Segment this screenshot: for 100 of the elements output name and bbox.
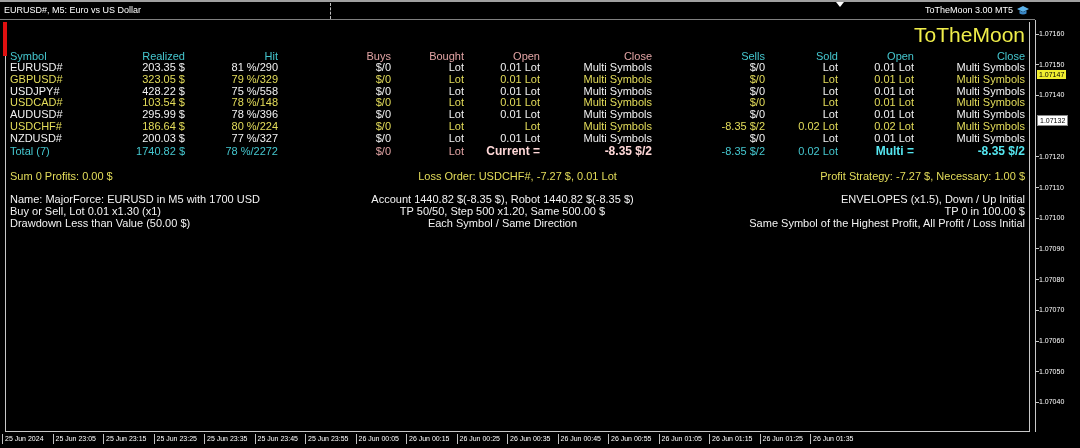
table-cell-text: Lot bbox=[821, 85, 838, 98]
graduation-cap-icon bbox=[1017, 5, 1029, 16]
table-cell-text: $/0 bbox=[748, 62, 765, 74]
info-text: Buy or Sell, Lot 0.01 x1.30 (x1) bbox=[10, 205, 163, 218]
table-cell-text: 77 %/327 bbox=[230, 132, 278, 145]
table-cell-text: $/0 bbox=[748, 73, 765, 86]
table-cell-text: Lot bbox=[448, 62, 464, 74]
table-cell-text: 0.01 Lot bbox=[499, 109, 540, 121]
table-cell-text: $/0 bbox=[374, 85, 391, 98]
info-text: TP 50/50, Step 500 x1.20, Same 500.00 $ bbox=[398, 205, 607, 218]
total-cell-text: 78 %/2272 bbox=[224, 144, 278, 157]
table-cell-text: Multi Symbols bbox=[955, 121, 1025, 133]
table-cell-text: $/0 bbox=[374, 97, 391, 110]
table-cell-text: 75 %/558 bbox=[230, 85, 278, 98]
table-cell-text: Lot bbox=[447, 121, 464, 133]
table-cell-text: $/0 bbox=[374, 109, 391, 121]
total-cell-text: -8.35 $/2 bbox=[976, 144, 1025, 157]
status-text: Loss Order: USDCHF#, -7.27 $, 0.01 Lot bbox=[417, 168, 618, 184]
table-cell-text: $/0 bbox=[374, 132, 391, 145]
table-cell-text: -8.35 $/2 bbox=[720, 121, 765, 133]
table-cell-text: Lot bbox=[523, 121, 540, 133]
table-cell-text: 203.35 $ bbox=[141, 62, 185, 74]
table-cell-text: 0.01 Lot bbox=[873, 73, 914, 86]
side-marker bbox=[3, 22, 7, 56]
total-cell-text: Multi = bbox=[874, 144, 914, 157]
total-cell-text: Lot bbox=[447, 144, 464, 157]
table-cell-text: $/0 bbox=[374, 73, 391, 86]
chart-title: EURUSD#, M5: Euro vs US Dollar bbox=[3, 3, 143, 17]
table-cell-text: 0.01 Lot bbox=[499, 62, 540, 74]
total-cell-text: -8.35 $/2 bbox=[720, 144, 765, 157]
info-text: Account 1440.82 $(-8.35 $), Robot 1440.82 $(-8.35 $) bbox=[370, 193, 635, 206]
table-cell-text: Multi Symbols bbox=[582, 109, 652, 121]
table-cell-text: 0.01 Lot bbox=[873, 132, 914, 145]
info-text: TP 0 in 100.00 $ bbox=[943, 205, 1025, 218]
total-cell-text: -8.35 $/2 bbox=[603, 144, 652, 157]
table-cell-text: Multi Symbols bbox=[582, 85, 652, 98]
column-header: Bought bbox=[428, 50, 464, 62]
table-cell-text: Multi Symbols bbox=[955, 132, 1025, 145]
symbol-cell-text: AUDUSD# bbox=[10, 109, 64, 121]
total-cell-text: Total (7) bbox=[10, 144, 51, 157]
table-cell-text: 0.01 Lot bbox=[873, 85, 914, 98]
table-cell-text: 200.03 $ bbox=[141, 132, 185, 145]
table-cell-text: Lot bbox=[447, 132, 464, 145]
table-cell-text: 78 %/148 bbox=[230, 97, 278, 110]
table-cell-text: 0.01 Lot bbox=[499, 97, 540, 110]
expert-label: ToTheMoon 3.00 MT5 bbox=[924, 3, 1013, 17]
column-header: Symbol bbox=[10, 50, 47, 62]
table-cell-text: $/0 bbox=[748, 109, 765, 121]
column-header: Hit bbox=[263, 50, 278, 62]
symbol-cell-text: USDCHF# bbox=[10, 121, 63, 133]
info-text: Drawdown Less than Value (50.00 $) bbox=[10, 217, 192, 230]
symbol-cell-text: GBPUSD# bbox=[10, 73, 64, 86]
info-text: Name: MajorForce: EURUSD in M5 with 1700 USD bbox=[10, 193, 262, 206]
table-cell-text: 295.99 $ bbox=[141, 109, 185, 121]
table-cell-text: Multi Symbols bbox=[582, 73, 652, 86]
column-header: Open bbox=[886, 50, 914, 62]
panel-title: ToTheMoon bbox=[914, 23, 1025, 47]
total-cell-text: 0.02 Lot bbox=[797, 144, 838, 157]
table-cell-text: 0.01 Lot bbox=[499, 73, 540, 86]
total-cell-text: $/0 bbox=[374, 144, 391, 157]
table-cell-text: 103.54 $ bbox=[141, 97, 185, 110]
table-cell-text: 0.02 Lot bbox=[797, 121, 838, 133]
table-cell-text: $/0 bbox=[748, 97, 765, 110]
table-cell-text: 323.05 $ bbox=[141, 73, 185, 86]
info-text: Each Symbol / Same Direction bbox=[426, 217, 579, 230]
table-cell-text: Multi Symbols bbox=[955, 73, 1025, 86]
table-cell-text: 0.01 Lot bbox=[499, 132, 540, 145]
table-cell-text: Lot bbox=[821, 73, 838, 86]
table-cell-text: Multi Symbols bbox=[582, 62, 652, 74]
info-text: ENVELOPES (x1.5), Down / Up Initial bbox=[840, 193, 1025, 206]
table-cell-text: $/0 bbox=[748, 85, 765, 98]
table-cell-text: 0.01 Lot bbox=[873, 109, 914, 121]
table-cell-text: 81 %/290 bbox=[230, 62, 278, 74]
symbol-cell-text: NZDUSD# bbox=[10, 132, 63, 145]
table-cell-text: Lot bbox=[447, 97, 464, 110]
table-cell-text: 79 %/329 bbox=[230, 73, 278, 86]
symbol-cell-text: EURUSD# bbox=[10, 62, 64, 74]
table-cell-text: 186.64 $ bbox=[141, 121, 185, 133]
column-header: Sold bbox=[814, 50, 838, 62]
table-cell-text: Lot bbox=[821, 62, 838, 74]
table-cell-text: Lot bbox=[447, 85, 464, 98]
table-cell-text: Multi Symbols bbox=[955, 97, 1025, 110]
table-cell-text: 80 %/224 bbox=[230, 121, 278, 133]
table-cell-text: 428.22 $ bbox=[141, 85, 185, 98]
column-header: Realized bbox=[141, 50, 185, 62]
table-cell-text: Multi Symbols bbox=[582, 121, 652, 133]
table-cell-text: $/0 bbox=[375, 62, 391, 74]
table-cell-text: Lot bbox=[821, 132, 838, 145]
column-header: Buys bbox=[365, 50, 391, 62]
column-header: Sells bbox=[740, 50, 765, 62]
table-cell-text: Multi Symbols bbox=[955, 109, 1025, 121]
table-cell-text: Lot bbox=[821, 97, 838, 110]
table-cell-text: Lot bbox=[447, 109, 464, 121]
table-cell-text: $/0 bbox=[748, 132, 765, 145]
status-text: Sum 0 Profits: 0.00 $ bbox=[10, 168, 114, 184]
column-header: Close bbox=[995, 50, 1025, 62]
column-header: Close bbox=[622, 50, 652, 62]
table-cell-text: 0.01 Lot bbox=[873, 62, 914, 74]
column-header: Open bbox=[512, 50, 540, 62]
table-cell-text: Multi Symbols bbox=[582, 97, 652, 110]
